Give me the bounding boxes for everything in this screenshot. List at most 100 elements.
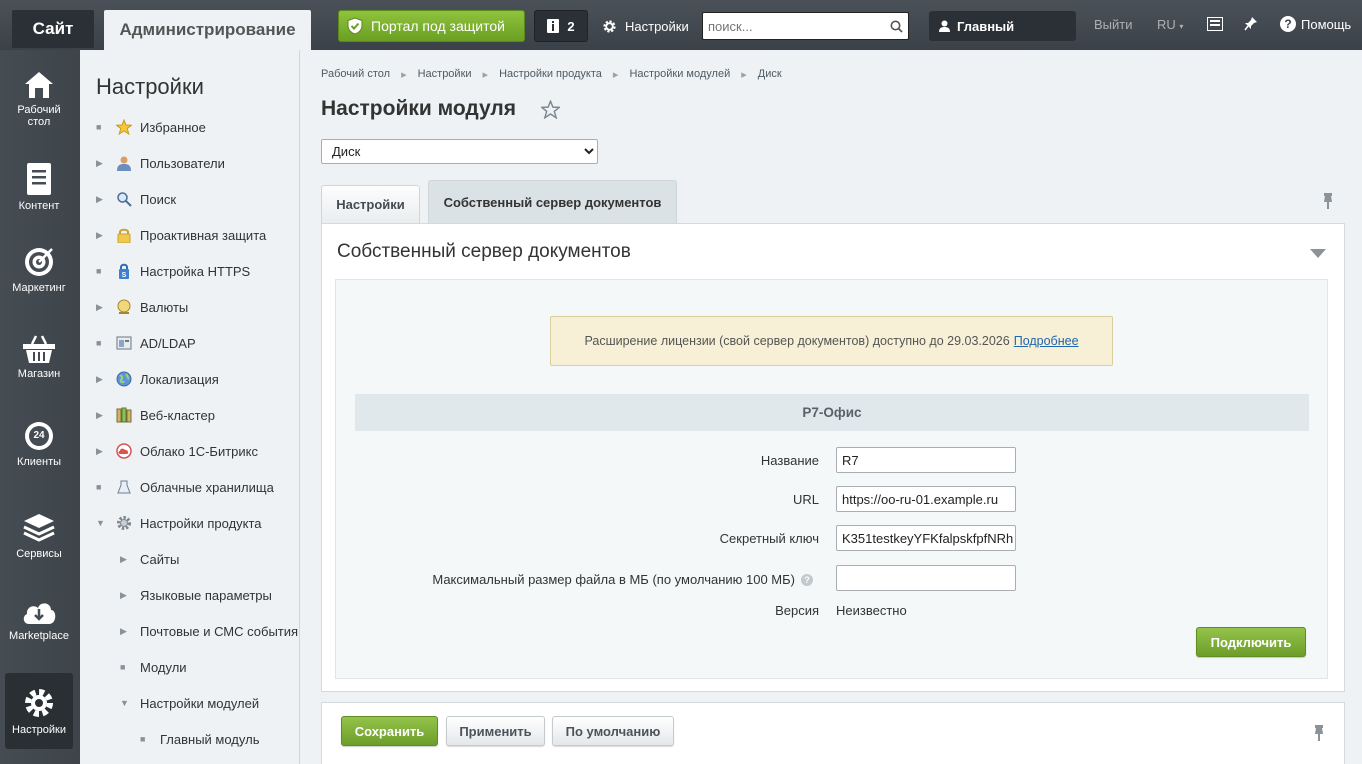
breadcrumb-item[interactable]: Настройки модулей xyxy=(629,68,730,81)
breadcrumb-separator: ▸ xyxy=(612,69,619,81)
search-input[interactable] xyxy=(703,13,884,39)
breadcrumb-item[interactable]: Настройки xyxy=(418,68,472,81)
apply-button[interactable]: Применить xyxy=(446,716,545,746)
menu-services-label: Сервисы xyxy=(16,548,62,560)
url-field[interactable] xyxy=(836,486,1016,512)
sidebar-item-label: Проактивная защита xyxy=(140,227,267,243)
menu-marketplace[interactable]: Marketplace xyxy=(5,598,73,642)
menu-marketing[interactable]: Маркетинг xyxy=(5,246,73,294)
breadcrumb-item[interactable]: Настройки продукта xyxy=(499,68,602,81)
keyboard-icon[interactable] xyxy=(1207,17,1223,31)
gear-icon xyxy=(603,19,616,33)
sidebar-title: Настройки xyxy=(96,74,204,99)
menu-settings-label: Настройки xyxy=(12,724,66,736)
sidebar-item-product-settings[interactable]: ▼ Настройки продукта xyxy=(96,513,262,533)
sidebar-item-bitrix-cloud[interactable]: ▶ Облако 1С-Битрикс xyxy=(96,441,258,461)
site-tab[interactable]: Сайт xyxy=(12,10,94,48)
page-title: Настройки модуля xyxy=(321,97,517,120)
panel-heading: Собственный сервер документов xyxy=(337,241,631,262)
tab-label: Собственный сервер документов xyxy=(443,194,662,210)
sidebar-item-label: Облако 1С-Битрикс xyxy=(140,443,258,459)
admin-tab[interactable]: Администрирование xyxy=(104,10,311,50)
connect-button[interactable]: Подключить xyxy=(1196,627,1306,657)
sidebar-item-search[interactable]: ▶ Поиск xyxy=(96,189,176,209)
help-label: Помощь xyxy=(1301,16,1352,32)
breadcrumb-item[interactable]: Рабочий стол xyxy=(321,68,390,81)
default-button[interactable]: По умолчанию xyxy=(552,716,674,746)
menu-clients-label: Клиенты xyxy=(16,456,62,468)
help-hint-icon[interactable]: ? xyxy=(801,573,813,586)
sidebar-item-language-params[interactable]: ▶ Языковые параметры xyxy=(120,585,272,605)
magnifier-icon xyxy=(117,192,132,207)
sidebar-item-cloud-storage[interactable]: ■ Облачные хранилища xyxy=(96,477,274,497)
sidebar-item-label: Настройка HTTPS xyxy=(140,263,251,279)
max-size-field[interactable] xyxy=(836,565,1016,591)
help-link[interactable]: ? Помощь xyxy=(1280,16,1351,32)
sidebar-item-localization[interactable]: ▶ Локализация xyxy=(96,369,219,389)
breadcrumb-item[interactable]: Диск xyxy=(758,68,782,81)
layers-icon xyxy=(23,514,55,542)
section-header: Р7-Офис xyxy=(355,394,1309,431)
language-selector[interactable]: RU ▾ xyxy=(1157,17,1183,32)
top-bar: Сайт Администрирование Портал под защито… xyxy=(0,0,1362,50)
user-menu[interactable]: Главный xyxy=(929,11,1076,41)
sidebar-item-mail-sms-events[interactable]: ▶ Почтовые и СМС события xyxy=(120,621,298,641)
storage-icon xyxy=(117,480,131,494)
menu-desktop[interactable]: Рабочий стол xyxy=(5,70,73,128)
notifications-count: 2 xyxy=(567,18,575,34)
pin-icon[interactable] xyxy=(1321,192,1335,210)
logout-link[interactable]: Выйти xyxy=(1094,17,1133,32)
favorite-star-icon[interactable] xyxy=(541,100,560,119)
sidebar-item-label: AD/LDAP xyxy=(140,335,196,351)
tab-document-server[interactable]: Собственный сервер документов xyxy=(428,180,677,223)
secret-key-label: Секретный ключ xyxy=(720,531,819,546)
menu-clients[interactable]: 24 Клиенты xyxy=(5,420,73,468)
sidebar-item-label: Модули xyxy=(140,659,187,675)
pin-icon[interactable] xyxy=(1244,16,1258,32)
sidebar-item-https[interactable]: ■ S Настройка HTTPS xyxy=(96,261,250,281)
servers-icon xyxy=(116,407,132,423)
save-button[interactable]: Сохранить xyxy=(341,716,438,746)
star-icon xyxy=(116,119,132,135)
tab-settings[interactable]: Настройки xyxy=(321,185,420,223)
sidebar-item-ldap[interactable]: ■ AD/LDAP xyxy=(96,333,196,353)
search-icon[interactable] xyxy=(884,20,908,33)
version-value: Неизвестно xyxy=(836,603,907,618)
sidebar-item-main-module[interactable]: ■ Главный модуль xyxy=(140,729,259,749)
sidebar-item-label: Локализация xyxy=(140,371,219,387)
breadcrumb-separator: ▸ xyxy=(401,69,407,81)
sidebar-item-modules[interactable]: ■ Модули xyxy=(120,657,187,677)
sidebar-item-sites[interactable]: ▶ Сайты xyxy=(120,549,179,569)
menu-content[interactable]: Контент xyxy=(5,162,73,212)
menu-marketing-label: Маркетинг xyxy=(12,282,66,294)
sidebar-item-currencies[interactable]: ▶ Валюты xyxy=(96,297,188,317)
secret-key-field[interactable] xyxy=(836,525,1016,551)
portal-protected-button[interactable]: Портал под защитой xyxy=(338,10,525,42)
info-icon xyxy=(547,19,560,33)
sidebar-item-label: Избранное xyxy=(140,119,206,135)
notifications-button[interactable]: 2 xyxy=(534,10,588,42)
target-icon xyxy=(25,248,53,276)
sidebar-item-module-settings[interactable]: ▼ Настройки модулей xyxy=(120,693,259,713)
license-more-link[interactable]: Подробнее xyxy=(1014,334,1079,348)
name-field[interactable] xyxy=(836,447,1016,473)
collapse-arrow-icon[interactable] xyxy=(1310,249,1326,258)
sidebar-item-label: Поиск xyxy=(140,191,177,207)
tab-label: Настройки xyxy=(336,197,405,212)
question-icon: ? xyxy=(1280,16,1296,32)
sidebar-item-favorites[interactable]: ■ Избранное xyxy=(96,117,206,137)
top-settings-link[interactable]: Настройки xyxy=(602,10,689,42)
menu-settings[interactable]: Настройки xyxy=(5,673,73,749)
menu-shop[interactable]: Магазин xyxy=(5,334,73,380)
sidebar-item-users[interactable]: ▶ Пользователи xyxy=(96,153,225,173)
footer-bar: Сохранить Применить По умолчанию xyxy=(321,702,1345,764)
menu-services[interactable]: Сервисы xyxy=(5,512,73,560)
document-server-panel: Собственный сервер документов Расширение… xyxy=(321,223,1345,692)
sidebar-item-webcluster[interactable]: ▶ Веб-кластер xyxy=(96,405,215,425)
field-label-text: Название xyxy=(760,453,819,468)
caret-down-icon: ▾ xyxy=(1179,22,1184,31)
sidebar-item-label: Главный модуль xyxy=(160,731,260,747)
module-select[interactable]: Диск xyxy=(321,139,598,164)
pin-icon[interactable] xyxy=(1312,724,1326,742)
sidebar-item-proactive[interactable]: ▶ Проактивная защита xyxy=(96,225,266,245)
